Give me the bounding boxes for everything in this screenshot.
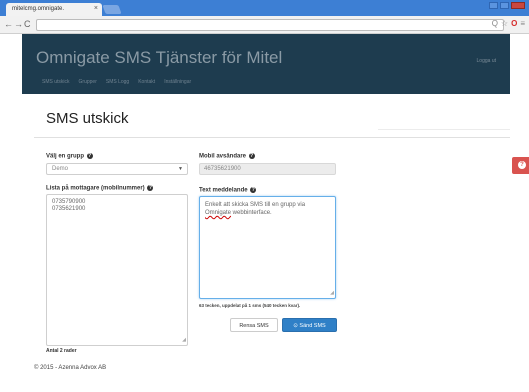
forward-icon[interactable]: → bbox=[14, 19, 23, 29]
nav-item-kontakt[interactable]: Kontakt bbox=[138, 79, 155, 85]
nav-item-sms-utskick[interactable]: SMS utskick bbox=[42, 79, 70, 85]
close-window-button[interactable] bbox=[511, 2, 525, 9]
logout-link[interactable]: Logga ut bbox=[477, 58, 496, 64]
star-icon[interactable]: ☆ bbox=[501, 19, 508, 28]
recipient-line: 0735790900 bbox=[52, 199, 86, 205]
footer-copyright: © 2015 - Azenna Advox AB bbox=[34, 365, 107, 371]
browser-toolbar: ← → C Q ☆ O ≡ bbox=[0, 16, 529, 34]
recipients-textarea[interactable]: 0735790900 0735621900 ◢ bbox=[46, 194, 188, 346]
message-label: Text meddelande ? bbox=[199, 187, 257, 194]
question-icon: ? bbox=[518, 161, 526, 169]
info-icon[interactable]: ? bbox=[147, 185, 154, 191]
divider bbox=[34, 137, 510, 138]
address-bar[interactable] bbox=[36, 19, 504, 31]
reload-icon[interactable]: C bbox=[24, 19, 31, 29]
nav-item-installningar[interactable]: Inställningar bbox=[164, 79, 191, 85]
sender-input[interactable]: 46735621900 bbox=[199, 163, 336, 175]
message-textarea[interactable]: Enkelt att skicka SMS till en grupp via … bbox=[199, 196, 336, 299]
browser-tab[interactable]: mitelcmg.omnigate. × bbox=[6, 3, 102, 16]
tab-close-icon[interactable]: × bbox=[94, 5, 98, 12]
info-icon[interactable]: ? bbox=[248, 153, 255, 159]
maximize-button[interactable] bbox=[500, 2, 509, 9]
spellcheck-word: Omnigate bbox=[205, 210, 232, 216]
clear-sms-button[interactable]: Rensa SMS bbox=[230, 318, 278, 332]
group-label: Välj en grupp ? bbox=[46, 153, 93, 160]
menu-icon[interactable]: ≡ bbox=[520, 19, 525, 28]
zoom-icon[interactable]: Q bbox=[492, 19, 498, 28]
minimize-button[interactable] bbox=[489, 2, 498, 9]
recipients-label: Lista på mottagare (mobilnummer) ? bbox=[46, 185, 154, 192]
new-tab-button[interactable] bbox=[102, 5, 122, 14]
nav-menu: SMS utskick Grupper SMS Logg Kontakt Ins… bbox=[42, 79, 191, 85]
window-controls bbox=[489, 2, 525, 9]
page-title: SMS utskick bbox=[46, 110, 129, 127]
resize-handle-icon[interactable]: ◢ bbox=[182, 337, 186, 344]
toolbar-icons: Q ☆ O ≡ bbox=[492, 19, 525, 28]
caret-down-icon: ▼ bbox=[178, 166, 183, 172]
sender-label: Mobil avsändare ? bbox=[199, 153, 255, 160]
group-select[interactable]: Demo ▼ bbox=[46, 163, 188, 175]
row-count: Antal 2 rader bbox=[46, 348, 77, 354]
send-button-label: Sänd SMS bbox=[299, 323, 326, 329]
site-navbar: Omnigate SMS Tjänster för Mitel Logga ut… bbox=[22, 34, 510, 94]
info-icon[interactable]: ? bbox=[250, 187, 257, 193]
back-icon[interactable]: ← bbox=[4, 19, 13, 29]
character-counter: 63 tecken, uppdelat på 1 sms (540 tecken… bbox=[199, 303, 301, 308]
opera-icon[interactable]: O bbox=[511, 19, 517, 28]
browser-titlebar: mitelcmg.omnigate. × bbox=[0, 0, 529, 16]
tab-title: mitelcmg.omnigate. bbox=[12, 6, 65, 12]
divider bbox=[378, 129, 510, 130]
brand-title[interactable]: Omnigate SMS Tjänster för Mitel bbox=[36, 48, 282, 68]
nav-item-grupper[interactable]: Grupper bbox=[79, 79, 97, 85]
send-sms-button[interactable]: ⊙ Sänd SMS bbox=[282, 318, 337, 332]
help-button[interactable]: ? bbox=[512, 157, 529, 174]
info-icon[interactable]: ? bbox=[86, 153, 93, 159]
recipient-line: 0735621900 bbox=[52, 206, 86, 212]
group-select-value: Demo bbox=[52, 166, 69, 172]
resize-handle-icon[interactable]: ◢ bbox=[330, 289, 334, 297]
nav-item-sms-logg[interactable]: SMS Logg bbox=[106, 79, 129, 85]
send-icon: ⊙ bbox=[293, 323, 298, 329]
